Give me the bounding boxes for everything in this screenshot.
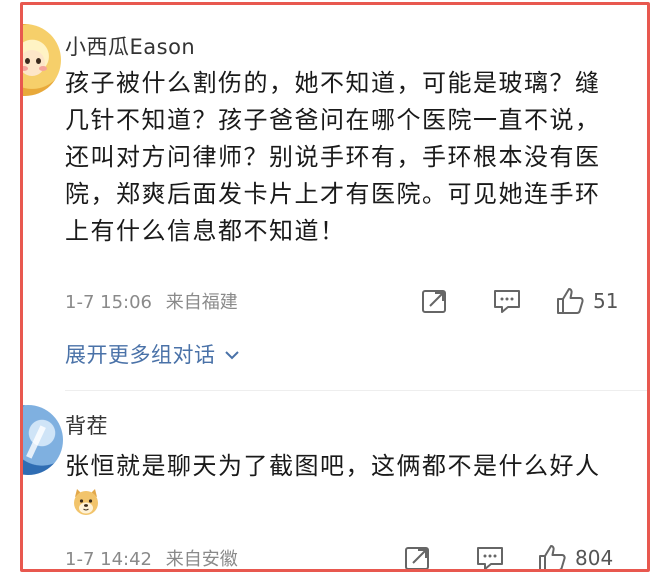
avatar-eye (25, 58, 30, 64)
like-count: 804 (575, 546, 614, 570)
avatar-eye (36, 58, 41, 64)
expand-replies-label: 展开更多组对话 (65, 343, 216, 367)
comment-meta-row: 1-7 14:42 来自安徽 804 (65, 541, 645, 570)
comment-location: 来自安徽 (165, 549, 238, 570)
comment-icon (475, 544, 507, 569)
comment-time: 1-7 14:42 (65, 549, 152, 570)
thumbs-up-icon (555, 286, 585, 316)
chevron-down-icon (224, 342, 240, 366)
avatar-face (23, 50, 45, 76)
comment-button[interactable] (492, 284, 524, 318)
comment-time: 1-7 15:06 (65, 292, 152, 313)
user-avatar[interactable] (23, 24, 61, 96)
thumbs-up-icon (537, 543, 567, 569)
comment-timestamp: 1-7 15:06 来自福建 (65, 288, 238, 314)
comment-text: 张恒就是聊天为了截图吧，这俩都不是什么好人 (65, 452, 601, 480)
comment-divider (65, 390, 647, 391)
avatar-cheek (23, 66, 28, 71)
like-button[interactable]: 51 (555, 284, 618, 318)
expand-replies-link[interactable]: 展开更多组对话 (65, 339, 240, 369)
comment-username[interactable]: 小西瓜Eason (65, 31, 195, 61)
comment-username[interactable]: 背茬 (65, 410, 108, 440)
share-icon (403, 544, 433, 569)
like-count: 51 (593, 289, 619, 313)
avatar-streak (26, 425, 46, 459)
comment-icon (492, 287, 524, 315)
share-icon (420, 287, 450, 315)
user-avatar[interactable] (23, 405, 63, 475)
comment-meta-row: 1-7 15:06 来自福建 51 (65, 284, 645, 318)
share-button[interactable] (420, 284, 450, 318)
comment-location: 来自福建 (165, 292, 238, 313)
doge-emoji-icon (71, 487, 101, 517)
comment-thread-panel: 小西瓜Eason 孩子被什么割伤的，她不知道，可能是玻璃？缝几针不知道？孩子爸爸… (20, 2, 650, 572)
comment-button[interactable] (475, 541, 507, 569)
share-button[interactable] (403, 541, 433, 569)
avatar-cheek (39, 66, 47, 71)
comment-text-block: 张恒就是聊天为了截图吧，这俩都不是什么好人 (65, 448, 625, 522)
comment-text: 孩子被什么割伤的，她不知道，可能是玻璃？缝几针不知道？孩子爸爸问在哪个医院一直不… (65, 69, 601, 245)
comment-timestamp: 1-7 14:42 来自安徽 (65, 545, 238, 570)
like-button[interactable]: 804 (537, 541, 614, 570)
